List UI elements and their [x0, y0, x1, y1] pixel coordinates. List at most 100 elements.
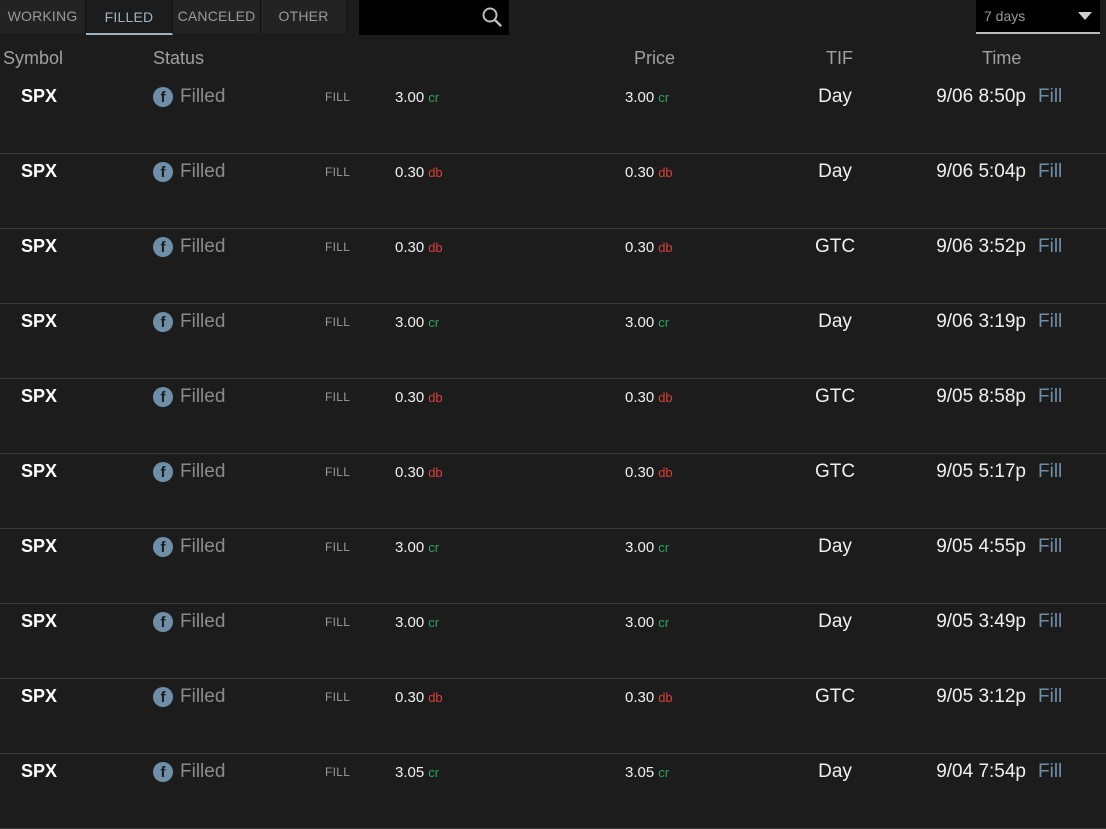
fill-link[interactable]: Fill — [1038, 611, 1062, 633]
price-suffix: db — [658, 690, 673, 705]
tif-cell: Day — [818, 761, 852, 782]
fill-link[interactable]: Fill — [1038, 86, 1062, 108]
order-type-cell: FILL — [325, 690, 351, 704]
tab-other[interactable]: OTHER — [261, 0, 347, 33]
symbol-cell: SPX — [21, 761, 58, 781]
fill-link[interactable]: Fill — [1038, 461, 1062, 483]
amount-cell: 0.30 db — [395, 239, 443, 256]
status-cell: Filled — [180, 536, 226, 557]
price-value: 0.30 — [625, 389, 655, 406]
amount-cell: 0.30 db — [395, 164, 443, 181]
table-row[interactable]: SPX f Filled FILL 3.00 cr 3.00 cr Day 9/06 3:19p F… — [0, 304, 1106, 379]
price-suffix: cr — [658, 315, 670, 330]
order-type-cell: FILL — [325, 240, 351, 254]
symbol-cell: SPX — [21, 311, 58, 331]
table-row[interactable]: SPX f Filled FILL 0.30 db 0.30 db GTC 9/05 5:17p F… — [0, 454, 1106, 529]
price-cell: 0.30 db — [625, 689, 673, 706]
symbol-cell: SPX — [21, 161, 58, 181]
amount-cell: 3.00 cr — [395, 539, 439, 556]
filled-status-icon: f — [153, 162, 173, 182]
amount-cell: 3.00 cr — [395, 314, 439, 331]
price-cell: 0.30 db — [625, 389, 673, 406]
time-cell: 9/06 8:50p — [936, 86, 1026, 107]
price-suffix: db — [658, 165, 673, 180]
price-value: 0.30 — [625, 164, 655, 181]
tif-cell: Day — [818, 86, 852, 107]
price-cell: 3.05 cr — [625, 764, 669, 781]
price-suffix: db — [658, 465, 673, 480]
amount-suffix: db — [428, 465, 443, 480]
fill-link[interactable]: Fill — [1038, 386, 1062, 408]
price-value: 3.00 — [625, 89, 655, 106]
price-value: 3.00 — [625, 614, 655, 631]
price-value: 3.05 — [625, 764, 655, 781]
tif-cell: GTC — [814, 386, 856, 407]
symbol-cell: SPX — [21, 86, 58, 106]
status-cell: Filled — [180, 611, 226, 632]
table-row[interactable]: SPX f Filled FILL 0.30 db 0.30 db GTC 9/06 3:52p F… — [0, 229, 1106, 304]
status-cell: Filled — [180, 686, 226, 707]
table-row[interactable]: SPX f Filled FILL 3.05 cr 3.05 cr Day 9/04 7:54p F… — [0, 754, 1106, 829]
order-tabs: WORKING FILLED CANCELED OTHER — [0, 0, 347, 35]
amount-suffix: cr — [428, 615, 440, 630]
period-select[interactable]: 7 days — [976, 0, 1100, 34]
amount-cell: 3.00 cr — [395, 89, 439, 106]
table-row[interactable]: SPX f Filled FILL 3.00 cr 3.00 cr Day 9/05 4:55p F… — [0, 529, 1106, 604]
fill-link[interactable]: Fill — [1038, 236, 1062, 258]
tif-cell: GTC — [814, 236, 856, 257]
tab-filled[interactable]: FILLED — [86, 0, 173, 35]
table-row[interactable]: SPX f Filled FILL 3.00 cr 3.00 cr Day 9/05 3:49p F… — [0, 604, 1106, 679]
tab-canceled[interactable]: CANCELED — [173, 0, 261, 33]
status-cell: Filled — [180, 161, 226, 182]
price-cell: 0.30 db — [625, 239, 673, 256]
fill-link[interactable]: Fill — [1038, 311, 1062, 333]
fill-link[interactable]: Fill — [1038, 161, 1062, 183]
filled-status-icon: f — [153, 462, 173, 482]
price-suffix: cr — [658, 615, 670, 630]
fill-link[interactable]: Fill — [1038, 536, 1062, 558]
search-input[interactable] — [359, 0, 509, 35]
status-cell: Filled — [180, 461, 226, 482]
tif-cell: Day — [818, 311, 852, 332]
amount-value: 0.30 — [395, 164, 425, 181]
order-type-cell: FILL — [325, 465, 351, 479]
search-icon[interactable] — [481, 6, 503, 28]
status-cell: Filled — [180, 386, 226, 407]
price-suffix: cr — [658, 765, 670, 780]
tab-working[interactable]: WORKING — [0, 0, 86, 33]
col-time[interactable]: Time — [982, 48, 1021, 69]
status-cell: Filled — [180, 761, 226, 782]
table-row[interactable]: SPX f Filled FILL 0.30 db 0.30 db GTC 9/05 3:12p F… — [0, 679, 1106, 754]
amount-suffix: cr — [428, 315, 440, 330]
table-row[interactable]: SPX f Filled FILL 0.30 db 0.30 db GTC 9/05 8:58p F… — [0, 379, 1106, 454]
order-type-cell: FILL — [325, 390, 351, 404]
price-suffix: db — [658, 240, 673, 255]
status-cell: Filled — [180, 236, 226, 257]
tif-cell: Day — [818, 611, 852, 632]
tif-cell: Day — [818, 536, 852, 557]
symbol-cell: SPX — [21, 611, 58, 631]
table-row[interactable]: SPX f Filled FILL 0.30 db 0.30 db Day 9/06 5:04p F… — [0, 154, 1106, 229]
col-status[interactable]: Status — [153, 48, 204, 69]
price-cell: 3.00 cr — [625, 89, 669, 106]
orders-table: SPX f Filled FILL 3.00 cr 3.00 cr Day 9/06 8:50p F… — [0, 79, 1106, 829]
amount-value: 3.00 — [395, 314, 425, 331]
fill-link[interactable]: Fill — [1038, 686, 1062, 708]
price-value: 0.30 — [625, 689, 655, 706]
fill-link[interactable]: Fill — [1038, 761, 1062, 783]
price-cell: 3.00 cr — [625, 614, 669, 631]
period-select-value: 7 days — [984, 8, 1026, 24]
filled-status-icon: f — [153, 312, 173, 332]
col-price[interactable]: Price — [634, 48, 675, 69]
amount-suffix: cr — [428, 765, 440, 780]
time-cell: 9/05 5:17p — [936, 461, 1026, 482]
price-cell: 3.00 cr — [625, 539, 669, 556]
table-row[interactable]: SPX f Filled FILL 3.00 cr 3.00 cr Day 9/06 8:50p F… — [0, 79, 1106, 154]
amount-suffix: db — [428, 240, 443, 255]
time-cell: 9/06 3:52p — [936, 236, 1026, 257]
amount-value: 3.05 — [395, 764, 425, 781]
col-tif[interactable]: TIF — [826, 48, 853, 69]
col-symbol[interactable]: Symbol — [3, 48, 63, 69]
time-cell: 9/06 5:04p — [936, 161, 1026, 182]
amount-suffix: db — [428, 690, 443, 705]
